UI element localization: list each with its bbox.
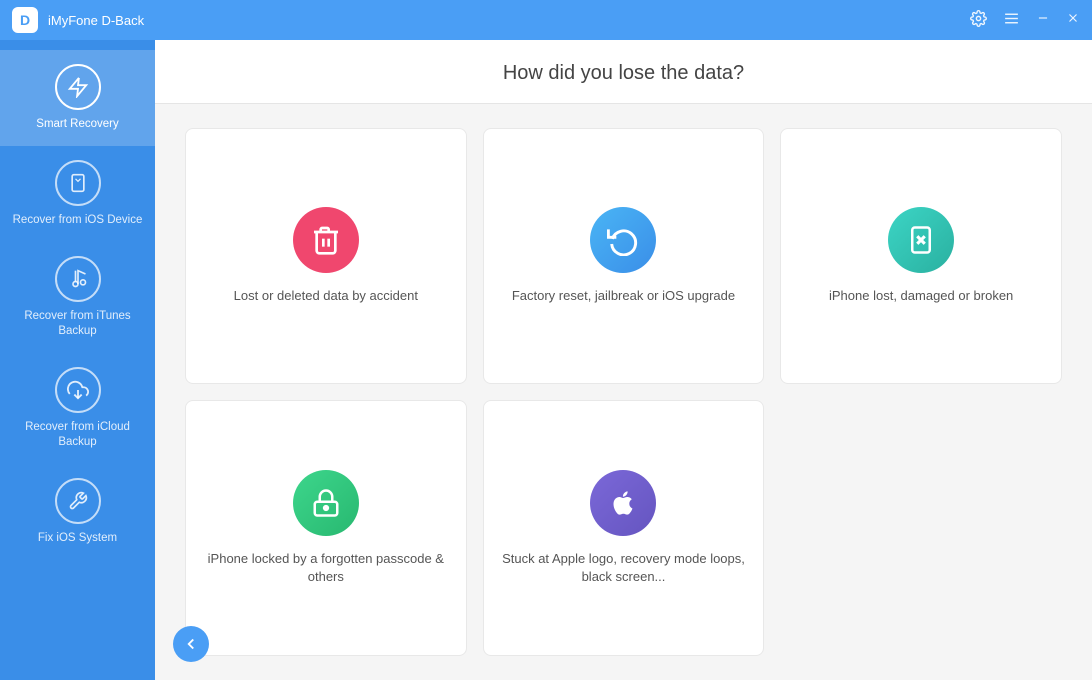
- trash-icon-circle: [293, 207, 359, 273]
- wrench-icon: [55, 478, 101, 524]
- sidebar-item-label: Recover from iTunes Backup: [10, 309, 145, 339]
- cloud-icon: [55, 367, 101, 413]
- sidebar-item-label: Smart Recovery: [36, 117, 118, 132]
- sidebar-item-fix-ios[interactable]: Fix iOS System: [0, 464, 155, 560]
- card-label: Factory reset, jailbreak or iOS upgrade: [512, 287, 735, 305]
- card-iphone-locked[interactable]: iPhone locked by a forgotten passcode & …: [185, 400, 467, 656]
- phone-broken-icon-circle: [888, 207, 954, 273]
- apple-icon-circle: [590, 470, 656, 536]
- lightning-icon: [55, 64, 101, 110]
- page-title: How did you lose the data?: [155, 62, 1092, 85]
- minimize-button[interactable]: [1036, 11, 1050, 29]
- phone-icon: [55, 160, 101, 206]
- sidebar-item-recover-itunes[interactable]: Recover from iTunes Backup: [0, 242, 155, 353]
- card-stuck-apple[interactable]: Stuck at Apple logo, recovery mode loops…: [483, 400, 765, 656]
- cards-grid: Lost or deleted data by accident Factory…: [155, 104, 1092, 680]
- card-label: iPhone locked by a forgotten passcode & …: [202, 550, 450, 586]
- card-label: iPhone lost, damaged or broken: [829, 287, 1013, 305]
- music-icon: [55, 256, 101, 302]
- card-iphone-lost[interactable]: iPhone lost, damaged or broken: [780, 128, 1062, 384]
- app-title: iMyFone D-Back: [48, 13, 970, 28]
- back-button[interactable]: [173, 626, 209, 662]
- window-controls: [970, 10, 1080, 31]
- card-label: Lost or deleted data by accident: [234, 287, 418, 305]
- app-logo: D: [12, 7, 38, 33]
- card-factory-reset[interactable]: Factory reset, jailbreak or iOS upgrade: [483, 128, 765, 384]
- sidebar-item-recover-ios[interactable]: Recover from iOS Device: [0, 146, 155, 242]
- lock-icon-circle: [293, 470, 359, 536]
- menu-button[interactable]: [1003, 10, 1020, 31]
- close-button[interactable]: [1066, 11, 1080, 29]
- sidebar-item-label: Recover from iCloud Backup: [10, 420, 145, 450]
- title-bar: D iMyFone D-Back: [0, 0, 1092, 40]
- card-lost-deleted[interactable]: Lost or deleted data by accident: [185, 128, 467, 384]
- sidebar: Smart Recovery Recover from iOS Device: [0, 40, 155, 680]
- sidebar-item-label: Recover from iOS Device: [13, 213, 143, 228]
- main-layout: Smart Recovery Recover from iOS Device: [0, 40, 1092, 680]
- sidebar-item-recover-icloud[interactable]: Recover from iCloud Backup: [0, 353, 155, 464]
- settings-button[interactable]: [970, 10, 987, 31]
- sidebar-item-smart-recovery[interactable]: Smart Recovery: [0, 50, 155, 146]
- card-label: Stuck at Apple logo, recovery mode loops…: [500, 550, 748, 586]
- content-header: How did you lose the data?: [155, 40, 1092, 104]
- refresh-icon-circle: [590, 207, 656, 273]
- content-area: How did you lose the data? Lost or delet…: [155, 40, 1092, 680]
- sidebar-item-label: Fix iOS System: [38, 531, 117, 546]
